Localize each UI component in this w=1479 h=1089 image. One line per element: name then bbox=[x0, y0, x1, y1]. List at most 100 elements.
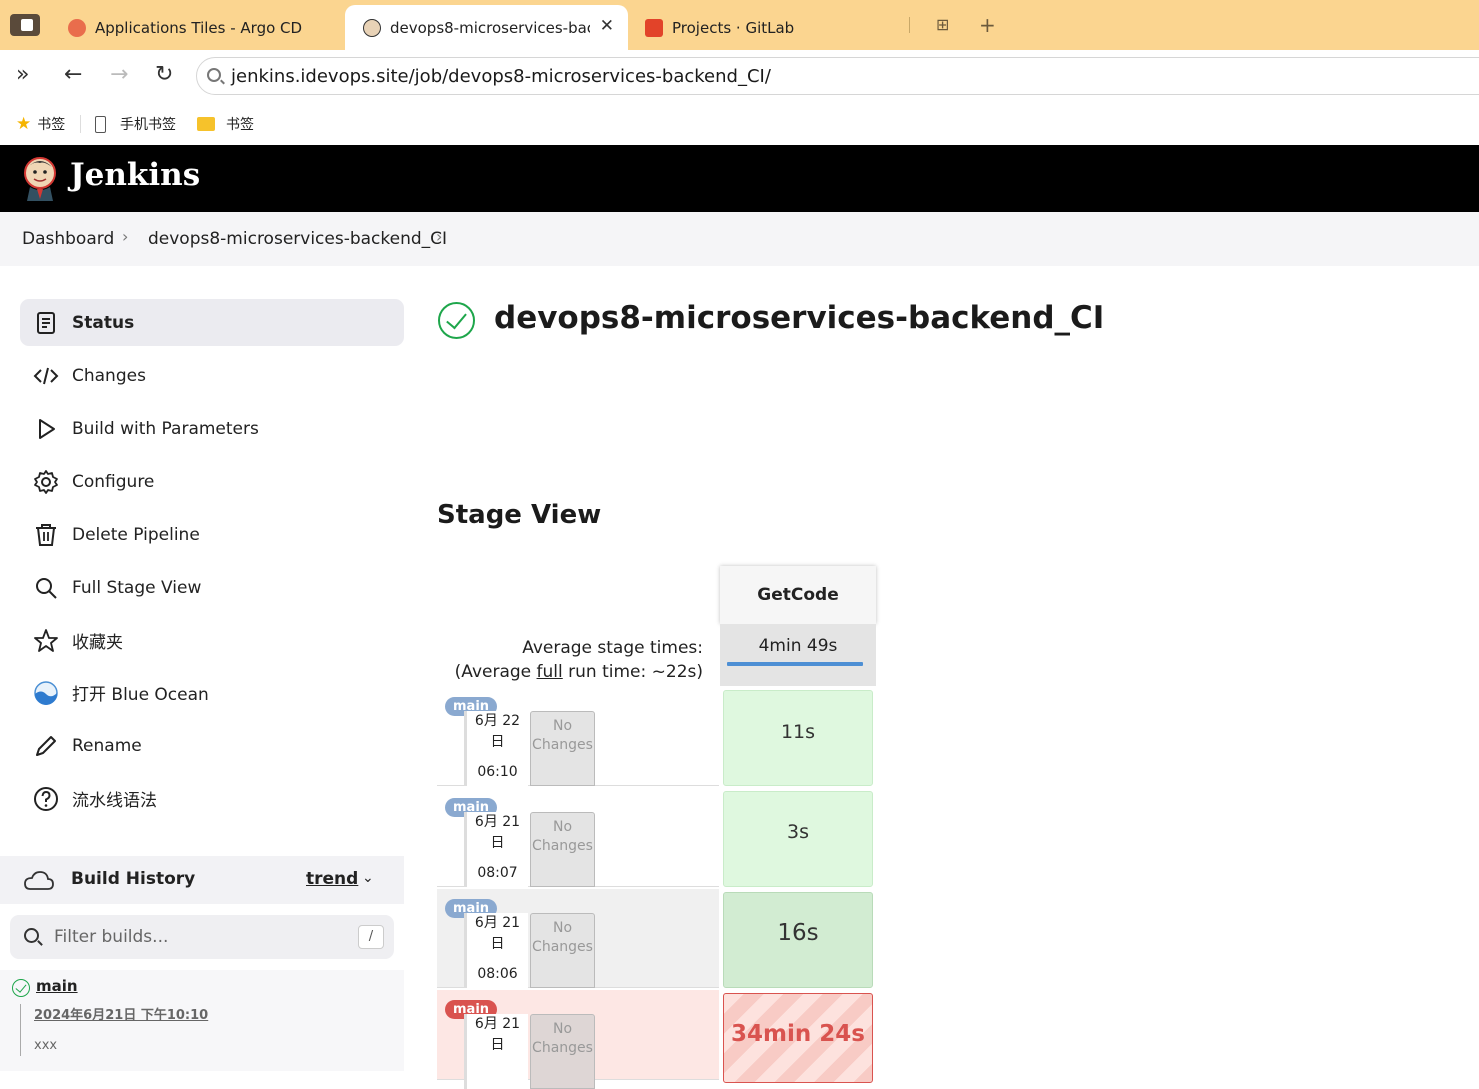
stage-cell-success[interactable]: 11s bbox=[723, 690, 873, 786]
star-icon: ★ bbox=[16, 114, 32, 134]
breadcrumb: Dashboard › devops8-microservices-backen… bbox=[0, 212, 1479, 266]
sidebar-item-label: Rename bbox=[72, 735, 142, 756]
jenkins-brand-title[interactable]: Jenkins bbox=[70, 157, 200, 193]
blue-ocean-icon bbox=[20, 680, 72, 706]
expand-sidebar-icon[interactable]: » bbox=[16, 62, 29, 88]
tab-title: devops8-microservices-backend_CI bbox=[390, 18, 590, 37]
stage-average-time: 4min 49s bbox=[720, 624, 876, 686]
gitlab-favicon-icon bbox=[645, 18, 663, 37]
sidebar-item-configure[interactable]: Configure bbox=[20, 458, 404, 505]
run-day: 日 bbox=[490, 734, 505, 750]
trash-icon bbox=[20, 522, 72, 548]
url-text[interactable]: jenkins.idevops.site/job/devops8-microse… bbox=[231, 66, 771, 87]
sidebar-item-label: Build with Parameters bbox=[72, 418, 259, 439]
build-message: xxx bbox=[34, 1038, 58, 1053]
tab-groups-icon[interactable]: ⊞ bbox=[936, 15, 949, 34]
folder-icon bbox=[197, 117, 215, 131]
chevron-right-icon[interactable]: › bbox=[122, 227, 128, 246]
breadcrumb-job[interactable]: devops8-microservices-backend_CI bbox=[148, 229, 447, 249]
back-icon[interactable]: ← bbox=[64, 62, 82, 88]
tab-gitlab[interactable]: Projects · GitLab bbox=[640, 5, 908, 50]
run-time: 08:07 bbox=[477, 865, 518, 881]
tab-divider bbox=[909, 17, 910, 33]
run-date: 6月 22 bbox=[474, 713, 521, 729]
no-changes-card[interactable]: No Changes bbox=[530, 913, 595, 988]
pipeline-run-row[interactable]: main 6月 21 日 08:06 No Changes bbox=[437, 889, 719, 988]
tab-jenkins[interactable]: devops8-microservices-backend_CI ✕ bbox=[345, 5, 628, 50]
address-bar[interactable]: jenkins.idevops.site/job/devops8-microse… bbox=[196, 57, 1479, 95]
stage-cell-success[interactable]: 16s bbox=[723, 892, 873, 988]
trend-link[interactable]: trend bbox=[306, 869, 358, 889]
chevron-right-icon[interactable]: › bbox=[436, 227, 442, 246]
phone-icon bbox=[95, 115, 106, 133]
bookmark-item[interactable]: 手机书签 bbox=[95, 114, 176, 134]
bookmark-label: 书签 bbox=[226, 117, 254, 133]
pipeline-run-row[interactable]: main 6月 21 日 08:07 No Changes bbox=[437, 788, 719, 887]
tab-sidebar-toggle-button[interactable] bbox=[10, 14, 40, 36]
pipeline-run-row[interactable]: main 6月 21 日 No Changes bbox=[437, 990, 719, 1089]
stage-header-getcode[interactable]: GetCode bbox=[720, 566, 876, 624]
run-date-card: 6月 21 日 08:07 bbox=[464, 812, 528, 887]
run-date-card: 6月 21 日 bbox=[464, 1014, 528, 1089]
filter-builds-box: / bbox=[10, 915, 394, 959]
bookmark-label: 手机书签 bbox=[120, 117, 176, 133]
timeline-divider bbox=[20, 1004, 21, 1056]
sidebar-item-label: Delete Pipeline bbox=[72, 524, 200, 545]
help-icon bbox=[20, 786, 72, 812]
build-date-link[interactable]: 2024年6月21日 下午10:10 bbox=[34, 1004, 208, 1023]
filter-shortcut-key: / bbox=[358, 925, 384, 949]
average-stage-times-text: Average stage times: bbox=[522, 638, 703, 658]
run-date: 6月 21 bbox=[474, 1016, 521, 1032]
run-date: 6月 21 bbox=[474, 915, 521, 931]
run-day: 日 bbox=[490, 835, 505, 851]
argo-favicon-icon bbox=[68, 18, 86, 37]
bookmarks-bar: ★ 书签 手机书签 书签 bbox=[0, 102, 1479, 145]
sidebar-item-pipeline-syntax[interactable]: 流水线语法 bbox=[20, 775, 404, 822]
run-date-card: 6月 21 日 08:06 bbox=[464, 913, 528, 988]
filter-builds-input[interactable] bbox=[54, 925, 334, 949]
search-icon bbox=[20, 575, 72, 601]
stage-cell-failed[interactable]: 34min 24s bbox=[723, 993, 873, 1083]
sidebar-item-build-with-parameters[interactable]: Build with Parameters bbox=[20, 405, 404, 452]
success-status-icon bbox=[438, 302, 475, 339]
full-run-link[interactable]: full bbox=[537, 662, 563, 682]
pencil-icon bbox=[20, 733, 72, 759]
reload-icon[interactable]: ↻ bbox=[155, 62, 173, 88]
no-changes-card[interactable]: No Changes bbox=[530, 812, 595, 887]
stage-cell-success[interactable]: 3s bbox=[723, 791, 873, 887]
pipeline-run-row[interactable]: main 6月 22 日 06:10 No Changes bbox=[437, 687, 719, 786]
status-icon bbox=[20, 310, 72, 336]
sidebar-item-changes[interactable]: Changes bbox=[20, 352, 404, 399]
sidebar-item-label: 打开 Blue Ocean bbox=[72, 685, 209, 705]
build-history-title: Build History bbox=[71, 869, 196, 889]
jenkins-favicon-icon bbox=[363, 18, 381, 37]
no-changes-card[interactable]: No Changes bbox=[530, 711, 595, 786]
build-name-link[interactable]: main bbox=[36, 977, 78, 995]
chevron-down-icon[interactable]: ⌄ bbox=[362, 870, 374, 886]
new-tab-icon[interactable]: + bbox=[979, 13, 996, 37]
bookmark-item[interactable]: ★ 书签 bbox=[16, 114, 65, 134]
tab-argo-cd[interactable]: Applications Tiles - Argo CD bbox=[62, 5, 344, 50]
average-full-run-text: (Average full run time: ~22s) bbox=[454, 662, 703, 682]
stage-average-bar bbox=[727, 662, 863, 666]
run-date-card: 6月 22 日 06:10 bbox=[464, 711, 528, 786]
no-changes-card[interactable]: No Changes bbox=[530, 1014, 595, 1089]
breadcrumb-dashboard[interactable]: Dashboard bbox=[22, 229, 114, 249]
sidebar-item-status[interactable]: Status bbox=[20, 299, 404, 346]
sidebar-item-favorites[interactable]: 收藏夹 bbox=[20, 617, 404, 664]
sidebar-item-blue-ocean[interactable]: 打开 Blue Ocean bbox=[20, 669, 404, 716]
sidebar-item-label: Changes bbox=[72, 365, 146, 386]
jenkins-logo-icon[interactable] bbox=[22, 155, 58, 201]
sidebar-item-delete-pipeline[interactable]: Delete Pipeline bbox=[20, 511, 404, 558]
forward-icon[interactable]: → bbox=[110, 62, 128, 88]
build-history-entry[interactable]: main 2024年6月21日 下午10:10 xxx bbox=[0, 970, 404, 1071]
run-time: 08:06 bbox=[477, 966, 518, 982]
jenkins-header: Jenkins bbox=[0, 145, 1479, 212]
page-title: devops8-microservices-backend_CI bbox=[494, 300, 1105, 336]
sidebar-item-full-stage-view[interactable]: Full Stage View bbox=[20, 564, 404, 611]
sidebar-item-rename[interactable]: Rename bbox=[20, 722, 404, 769]
play-icon bbox=[20, 416, 72, 442]
tab-title: Applications Tiles - Argo CD bbox=[95, 18, 303, 37]
close-tab-icon[interactable]: ✕ bbox=[600, 16, 614, 36]
bookmark-item[interactable]: 书签 bbox=[197, 114, 254, 134]
